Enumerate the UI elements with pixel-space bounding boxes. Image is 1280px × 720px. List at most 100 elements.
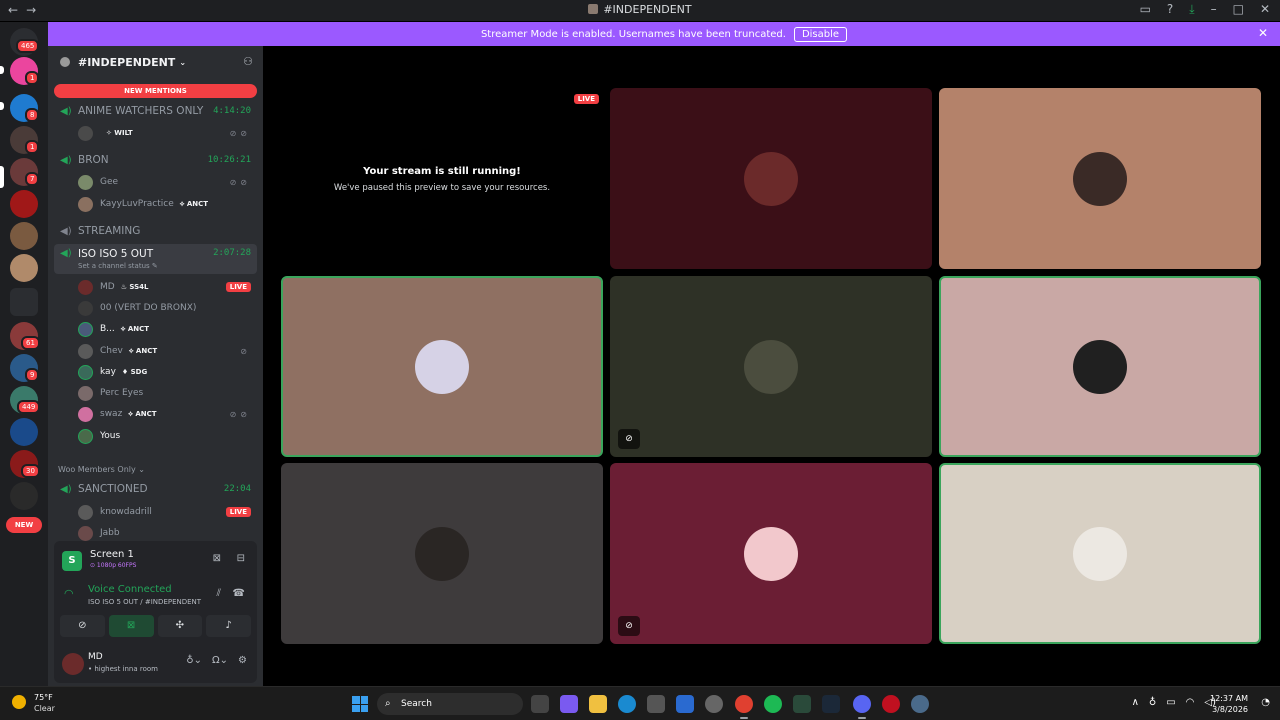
banner-text: Streamer Mode is enabled. Usernames have… (480, 28, 786, 40)
discord-icon[interactable] (853, 695, 871, 719)
participant-tile[interactable]: ⊘ (610, 276, 932, 457)
close-button[interactable]: ✕ (1260, 2, 1270, 17)
channel-status[interactable]: Set a channel status ✎ (78, 262, 158, 270)
new-mentions-bar[interactable]: NEW MENTIONS (54, 84, 257, 98)
task-view-icon[interactable] (531, 695, 549, 713)
voice-member[interactable]: Jabb (54, 523, 257, 543)
ea-server-icon[interactable] (10, 482, 38, 510)
headphones-icon[interactable]: Ω⌄ (212, 655, 228, 666)
weather-condition: Clear (34, 704, 55, 713)
file-explorer-icon[interactable] (589, 695, 607, 713)
microphone-icon[interactable]: ♁ (1149, 697, 1156, 708)
avatar (744, 339, 798, 394)
help-icon[interactable]: ? (1167, 2, 1173, 17)
windows-start-icon[interactable] (352, 696, 368, 712)
member-tag: ✧ WILT (106, 129, 133, 137)
minimize-button[interactable]: – (1211, 2, 1217, 17)
store-icon[interactable] (647, 695, 665, 713)
category-header[interactable]: Woo Members Only ⌄ (58, 465, 145, 474)
add-user-icon[interactable]: ⚇ (243, 55, 253, 68)
server-icon[interactable] (10, 418, 38, 446)
chevron-up-icon[interactable]: ∧ (1132, 697, 1139, 708)
voice-member[interactable]: KayyLuvPractice ⟡ ANCT (54, 194, 257, 214)
voice-channel-selected[interactable]: ◀) ISO ISO 5 OUT 2:07:28 Set a channel s… (54, 244, 257, 274)
signal-icon[interactable]: ◠ (64, 587, 74, 600)
participant-tile[interactable]: ⊘ (610, 463, 932, 644)
copilot-icon[interactable] (560, 695, 578, 713)
clock[interactable]: 12:37 AM 3/8/2026 (1210, 693, 1248, 715)
voice-location[interactable]: ISO ISO 5 OUT / #INDEPENDENT (88, 598, 201, 606)
gear-icon[interactable]: ⚙ (238, 655, 247, 666)
channel-sidebar: #INDEPENDENT ⌄ ⚇ NEW MENTIONS ◀) ANIME W… (48, 46, 263, 686)
opera-icon[interactable] (882, 695, 900, 713)
member-tag: ⟡ ANCT (128, 409, 157, 418)
disable-button[interactable]: Disable (793, 26, 848, 42)
speaker-icon: ◀) (60, 154, 72, 166)
guild-header[interactable]: #INDEPENDENT ⌄ ⚇ (48, 46, 263, 78)
stop-stream-icon[interactable]: ⊠ (213, 553, 221, 564)
participant-tile-speaking[interactable] (939, 463, 1261, 644)
voice-channel[interactable]: ◀) STREAMING (54, 221, 257, 241)
screen-title: Screen 1 (90, 549, 134, 560)
voice-status[interactable]: Voice Connected (88, 584, 172, 595)
settings-app-icon[interactable] (911, 695, 929, 713)
badge: 1 (25, 140, 40, 154)
server-icon[interactable] (10, 190, 38, 218)
noise-suppression-icon[interactable]: ⫽ (217, 588, 221, 599)
voice-member[interactable]: Chev ⟡ ANCT ⊘ (54, 341, 257, 361)
steam-icon[interactable] (822, 695, 840, 713)
server-icon[interactable] (10, 222, 38, 250)
notification-bell-icon[interactable]: ◔ (1261, 697, 1270, 708)
paused-preview[interactable]: LIVE Your stream is still running! We've… (281, 88, 603, 269)
participant-tile-speaking[interactable] (939, 276, 1261, 457)
voice-member[interactable]: knowdadrill LIVE (54, 502, 257, 522)
muted-icon: ⊘⊘ (229, 177, 251, 187)
avatar[interactable] (62, 653, 84, 675)
soundboard-button[interactable]: ♪ (206, 615, 251, 637)
server-icon[interactable] (10, 254, 38, 282)
voice-member[interactable]: ✧ WILT ⊘⊘ (54, 123, 257, 143)
edge-icon[interactable] (618, 695, 636, 713)
maximize-button[interactable]: □ (1233, 2, 1244, 17)
chrome-icon[interactable] (735, 695, 753, 719)
voice-member[interactable]: Perc Eyes (54, 383, 257, 403)
search-label: Search (401, 699, 432, 709)
screen-share-button[interactable]: ⊠ (108, 615, 154, 637)
mail-icon[interactable] (676, 695, 694, 713)
disconnect-icon[interactable]: ☎ (233, 588, 245, 599)
stream-settings-icon[interactable]: ⊟ (237, 553, 245, 564)
clock-app-icon[interactable] (705, 695, 723, 713)
member-name: MD (100, 282, 115, 292)
participant-tile-speaking[interactable] (281, 276, 603, 457)
new-servers-pill[interactable]: NEW (6, 517, 42, 533)
download-icon[interactable]: ⤓ (1189, 2, 1194, 17)
xbox-icon[interactable] (793, 695, 811, 713)
spotify-icon[interactable] (764, 695, 782, 713)
folder-icon[interactable] (10, 288, 38, 316)
participant-tile[interactable] (939, 88, 1261, 269)
activities-button[interactable]: ✣ (157, 615, 203, 637)
voice-member[interactable]: Gee ⊘⊘ (54, 172, 257, 192)
voice-member[interactable]: 00 (VERT DO BRONX) (54, 298, 257, 318)
wifi-icon[interactable]: ◠ (1186, 697, 1195, 708)
taskbar-search[interactable]: ⌕ Search (377, 693, 523, 715)
participant-tile[interactable] (281, 463, 603, 644)
voice-member[interactable]: kay ♦ SDG (54, 362, 257, 382)
voice-member[interactable]: swaz ⟡ ANCT ⊘⊘ (54, 404, 257, 424)
inbox-icon[interactable]: ▭ (1140, 2, 1151, 17)
voice-channel[interactable]: ◀) BRON 10:26:21 (54, 150, 257, 170)
user-name[interactable]: MD (88, 652, 103, 662)
voice-channel[interactable]: ◀) SANCTIONED 22:04 (54, 479, 257, 499)
microphone-icon[interactable]: ♁⌄ (186, 655, 202, 666)
banner-close-icon[interactable]: ✕ (1258, 26, 1268, 40)
channel-name: ANIME WATCHERS ONLY (78, 105, 204, 117)
participant-tile[interactable] (610, 88, 932, 269)
display-icon[interactable]: ▭ (1166, 697, 1175, 708)
search-icon: ⌕ (385, 698, 391, 709)
voice-member[interactable]: MD ♨ SS4L LIVE (54, 277, 257, 297)
voice-channel[interactable]: ◀) ANIME WATCHERS ONLY 4:14:20 (54, 101, 257, 121)
voice-member[interactable]: Yous (54, 426, 257, 446)
camera-off-button[interactable]: ⊘ (60, 615, 105, 637)
voice-member[interactable]: B... ⟡ ANCT (54, 319, 257, 339)
avatar (415, 339, 469, 394)
